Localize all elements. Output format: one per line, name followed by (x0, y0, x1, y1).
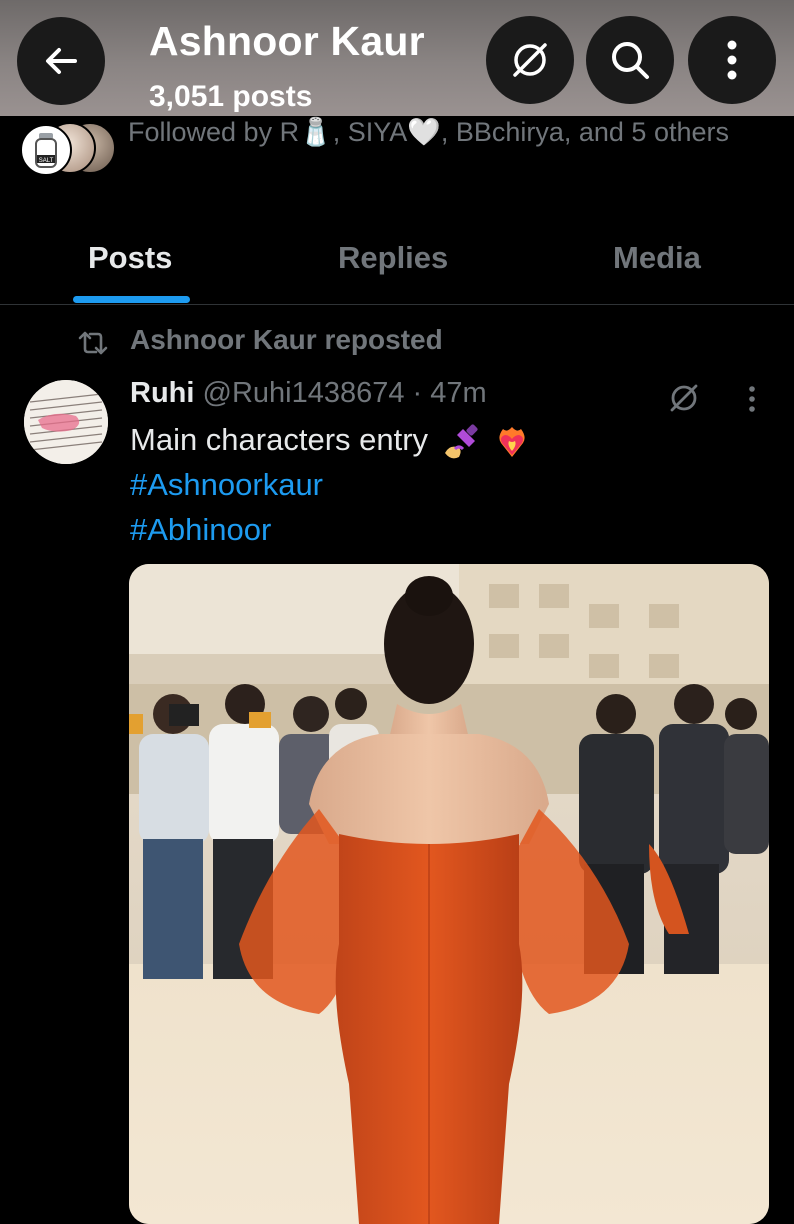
avatar-image (24, 380, 108, 464)
search-button[interactable] (586, 16, 674, 104)
avatar: SALT (20, 124, 72, 176)
svg-text:SALT: SALT (39, 158, 54, 164)
back-button[interactable] (17, 17, 105, 105)
page-title: Ashnoor Kaur (149, 18, 425, 64)
more-vertical-icon (727, 40, 737, 80)
repost-label[interactable]: Ashnoor Kaur reposted (130, 324, 443, 356)
heart-on-fire-emoji (499, 426, 525, 457)
followed-by-text[interactable]: Followed by R🧂, SIYA🤍, BBchirya, and 5 o… (128, 112, 748, 152)
repost-icon (78, 331, 108, 355)
tab-replies[interactable]: Replies (338, 240, 448, 276)
post-separator: · (412, 377, 423, 409)
post-media-image[interactable] (129, 564, 769, 1224)
profile-tabs: Posts Replies Media (0, 228, 794, 305)
post-text: Main characters entry (130, 422, 531, 461)
active-tab-indicator (73, 296, 190, 303)
post-author-handle[interactable]: @Ruhi1438674 (203, 377, 405, 409)
post-header: Ruhi @Ruhi1438674 · 47m (130, 377, 487, 410)
arrow-left-icon (46, 48, 77, 74)
salt-shaker-icon: SALT (35, 133, 57, 168)
profile-header: Ashnoor Kaur 3,051 posts (0, 0, 794, 116)
nail-polish-emoji (444, 424, 478, 459)
hashtag-link[interactable]: #Abhinoor (130, 512, 271, 548)
post-count: 3,051 posts (149, 80, 313, 113)
avatar[interactable] (24, 380, 108, 464)
grok-icon[interactable] (666, 380, 702, 416)
search-icon (612, 42, 649, 79)
followers-avatars[interactable]: SALT (20, 122, 116, 176)
tab-posts[interactable]: Posts (88, 240, 172, 276)
post-timestamp[interactable]: 47m (430, 377, 486, 409)
more-vertical-icon[interactable] (740, 384, 764, 416)
photo (129, 564, 769, 1224)
tab-media[interactable]: Media (613, 240, 701, 276)
post-body: Main characters entry (130, 422, 429, 457)
grok-button[interactable] (486, 16, 574, 104)
post-author-name[interactable]: Ruhi (130, 377, 194, 409)
more-options-button[interactable] (688, 16, 776, 104)
grok-icon (513, 43, 547, 77)
hashtag-link[interactable]: #Ashnoorkaur (130, 467, 323, 503)
